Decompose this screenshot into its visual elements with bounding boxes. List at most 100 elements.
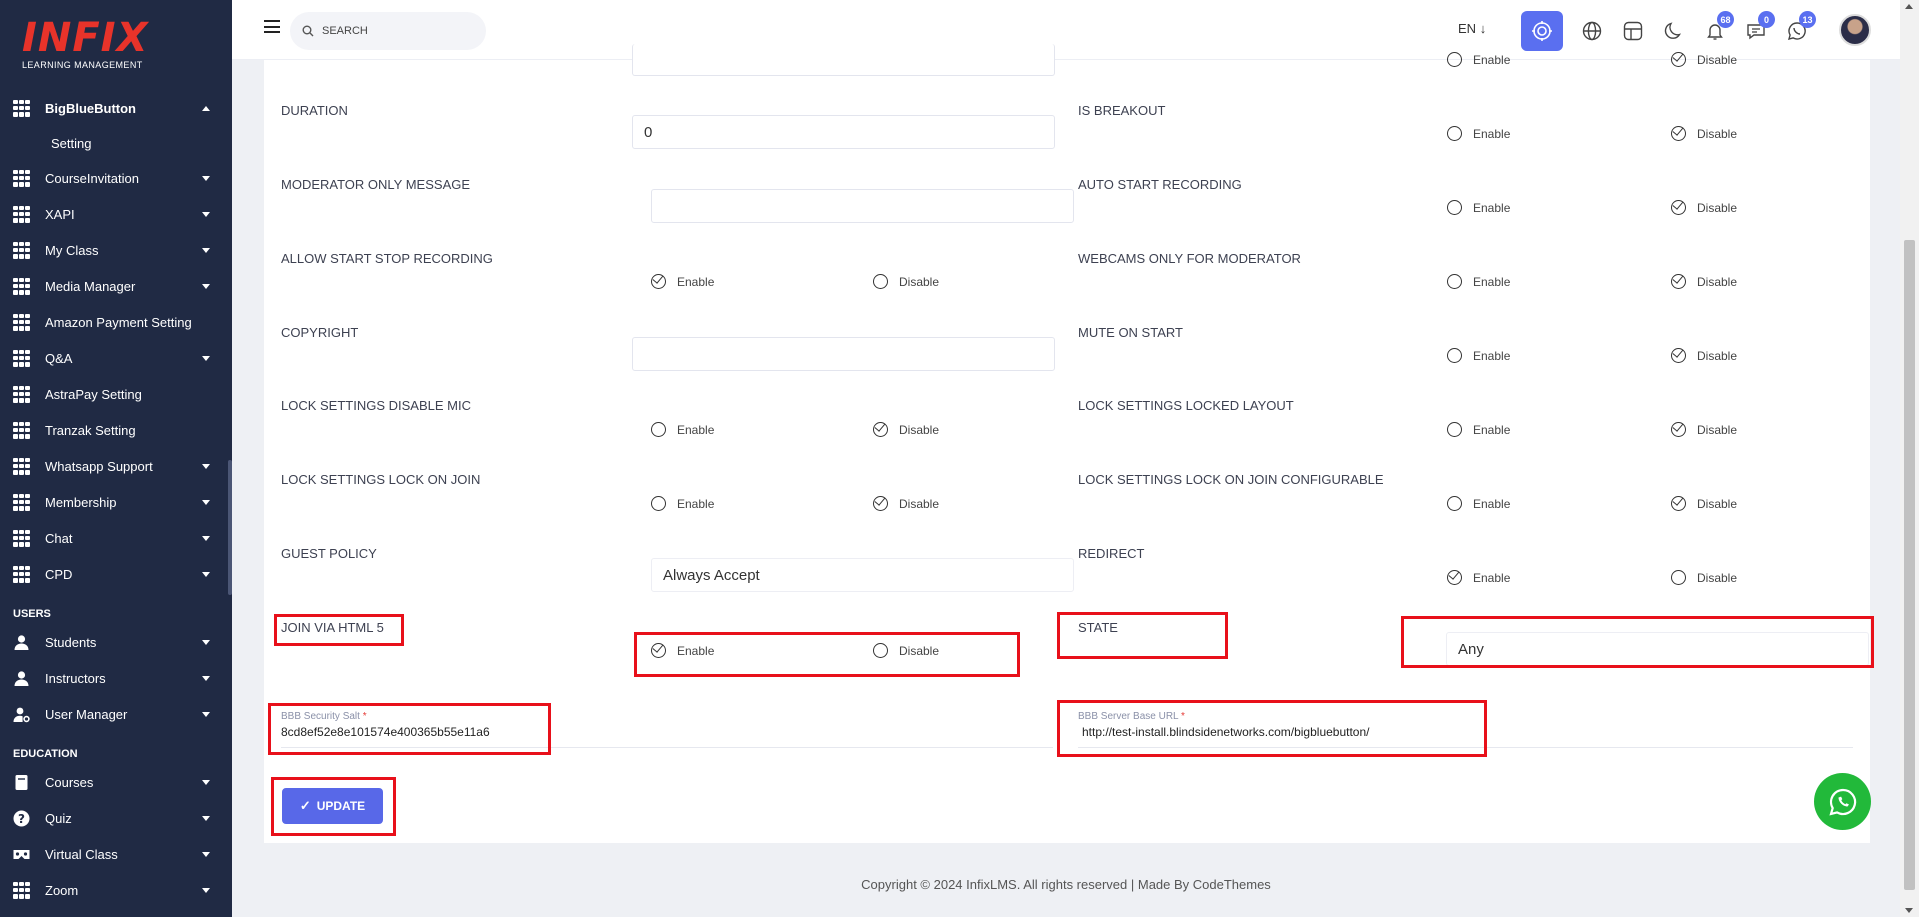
lock-on-join-configurable-disable[interactable]: Disable (1671, 496, 1737, 511)
sidebar-item-user-manager[interactable]: User Manager (0, 696, 232, 732)
redirect-enable[interactable]: Enable (1447, 570, 1510, 585)
radio-label: Disable (899, 274, 940, 289)
is-breakout-disable[interactable]: Disable (1671, 126, 1737, 141)
lock-disable-mic-enable[interactable]: Enable (651, 422, 714, 437)
duration-input[interactable]: 0 (632, 115, 1055, 149)
sidebar-item-astrapay-setting[interactable]: AstraPay Setting (0, 376, 232, 412)
menu-toggle-icon[interactable] (264, 20, 280, 33)
sidebar-item-tranzak-setting[interactable]: Tranzak Setting (0, 412, 232, 448)
partial-input-top[interactable] (632, 44, 1055, 76)
sidebar-item-label: Courses (45, 774, 94, 790)
notifications-button[interactable]: 68 (1702, 11, 1734, 44)
svg-text:?: ? (18, 812, 25, 826)
caret-down-icon (202, 536, 210, 541)
mute-on-start-enable[interactable]: Enable (1447, 348, 1510, 363)
caret-down-icon (202, 816, 210, 821)
guest-policy-select[interactable]: Always Accept (651, 558, 1074, 592)
sidebar-item-membership[interactable]: Membership (0, 484, 232, 520)
top-header: EN ↓ 68 0 13 (232, 0, 1900, 60)
sidebar-item-media-manager[interactable]: Media Manager (0, 268, 232, 304)
sidebar-item-instructors[interactable]: Instructors (0, 660, 232, 696)
search-icon (302, 25, 314, 37)
grid-icon (13, 421, 30, 439)
sidebar-item-quiz[interactable]: ? Quiz (0, 800, 232, 836)
page-scrollbar[interactable] (1900, 0, 1919, 917)
sidebar-item-label: Quiz (45, 810, 72, 826)
messages-button[interactable]: 0 (1743, 11, 1775, 44)
radio-label: Enable (1473, 274, 1511, 289)
sidebar-item-bigbluebutton[interactable]: BigBlueButton (0, 90, 232, 126)
auto-start-recording-enable[interactable]: Enable (1447, 200, 1510, 215)
scroll-up-icon[interactable] (1905, 4, 1913, 9)
dark-mode-button[interactable] (1661, 18, 1687, 44)
whatsapp-header-button[interactable]: 13 (1784, 11, 1816, 44)
caret-down-icon (202, 712, 210, 717)
sidebar-item-amazon-payment-setting[interactable]: Amazon Payment Setting (0, 304, 232, 340)
webcams-moderator-disable[interactable]: Disable (1671, 274, 1737, 289)
sidebar-item-my-class[interactable]: My Class (0, 232, 232, 268)
whatsapp-float-button[interactable] (1814, 773, 1871, 830)
user-icon (14, 670, 29, 686)
sidebar-item-chat[interactable]: Chat (0, 520, 232, 556)
sidebar-subitem-setting[interactable]: Setting (0, 126, 232, 160)
lock-on-join-configurable-enable[interactable]: Enable (1447, 496, 1510, 511)
allow-start-stop-disable[interactable]: Disable (873, 274, 939, 289)
lock-locked-layout-disable[interactable]: Disable (1671, 422, 1737, 437)
sidebar-item-cpd[interactable]: CPD (0, 556, 232, 592)
redirect-disable[interactable]: Disable (1671, 570, 1737, 585)
user-avatar[interactable] (1839, 14, 1871, 46)
radio-label: Disable (899, 422, 940, 437)
radio-label: Disable (1697, 126, 1738, 141)
settings-chip-button[interactable] (1521, 11, 1563, 51)
is-breakout-label: IS BREAKOUT (1078, 103, 1166, 118)
mute-on-start-disable[interactable]: Disable (1671, 348, 1737, 363)
is-breakout-enable[interactable]: Enable (1447, 126, 1510, 141)
brand-logo[interactable]: INFIX LEARNING MANAGEMENT (22, 18, 148, 70)
sidebar-item-zoom[interactable]: Zoom (0, 872, 232, 908)
search-box[interactable] (290, 12, 486, 50)
lock-on-join-disable[interactable]: Disable (873, 496, 939, 511)
sidebar-scrollbar[interactable] (228, 460, 232, 595)
scroll-thumb[interactable] (1904, 240, 1915, 890)
sidebar-item-label: My Class (45, 242, 99, 258)
redirect-label: REDIRECT (1078, 546, 1145, 561)
language-selector[interactable]: EN ↓ (1458, 21, 1486, 36)
radio-circle (1447, 496, 1462, 511)
partial-enable-radio[interactable]: Enable (1447, 52, 1510, 67)
radio-label: Disable (1697, 200, 1738, 215)
layout-button[interactable] (1620, 18, 1646, 44)
sidebar-item-xapi[interactable]: XAPI (0, 196, 232, 232)
caret-down-icon (202, 500, 210, 505)
copyright-input[interactable] (632, 337, 1055, 371)
sidebar-item-virtual-class[interactable]: Virtual Class (0, 836, 232, 872)
radio-circle (873, 422, 888, 437)
sidebar-item-label: Q&A (45, 350, 73, 366)
moderator-message-input[interactable] (651, 189, 1074, 223)
sidebar-item-label: XAPI (45, 206, 75, 222)
webcams-moderator-enable[interactable]: Enable (1447, 274, 1510, 289)
search-input[interactable] (322, 25, 472, 37)
lock-locked-layout-enable[interactable]: Enable (1447, 422, 1510, 437)
radio-label: Enable (677, 496, 715, 511)
allow-start-stop-enable[interactable]: Enable (651, 274, 714, 289)
sidebar-item-courses[interactable]: Courses (0, 764, 232, 800)
radio-circle (873, 496, 888, 511)
footer-copyright: Copyright © 2024 InfixLMS. All rights re… (861, 877, 1271, 892)
sidebar-item-label: Chat (45, 530, 73, 546)
partial-disable-radio[interactable]: Disable (1671, 52, 1737, 67)
scroll-down-icon[interactable] (1905, 908, 1913, 913)
auto-start-recording-disable[interactable]: Disable (1671, 200, 1737, 215)
sidebar-item-label: User Manager (45, 706, 128, 722)
sidebar-item-courseinvitation[interactable]: CourseInvitation (0, 160, 232, 196)
radio-circle (651, 496, 666, 511)
radio-label: Disable (1697, 348, 1738, 363)
radio-label: Enable (1473, 52, 1511, 67)
sidebar-item-students[interactable]: Students (0, 624, 232, 660)
lock-on-join-enable[interactable]: Enable (651, 496, 714, 511)
lock-disable-mic-disable[interactable]: Disable (873, 422, 939, 437)
globe-button[interactable] (1579, 18, 1605, 44)
sidebar-item-label: CPD (45, 566, 73, 582)
sidebar-item-whatsapp-support[interactable]: Whatsapp Support (0, 448, 232, 484)
sidebar-item-q-a[interactable]: Q&A (0, 340, 232, 376)
cpu-gear-icon (1532, 21, 1552, 41)
